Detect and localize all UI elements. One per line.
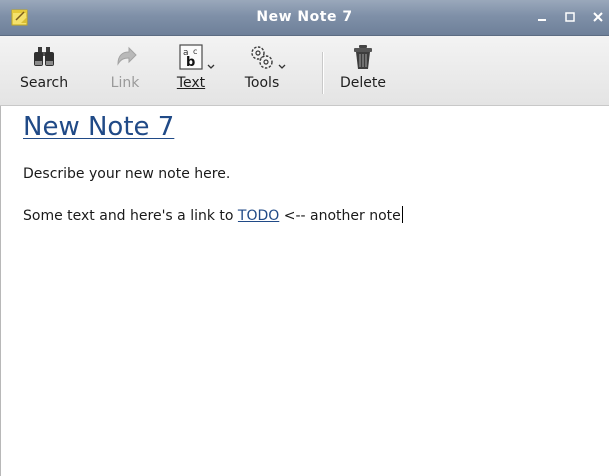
- paragraph-text-start: Some text and here's a link to: [23, 208, 238, 224]
- chevron-down-icon: [207, 64, 215, 69]
- link-button[interactable]: Link: [107, 42, 143, 100]
- text-menu-button[interactable]: a c b Text: [173, 42, 215, 100]
- link-label: Link: [110, 75, 140, 91]
- link-arrow-icon: [107, 42, 143, 72]
- minimize-icon[interactable]: [533, 8, 551, 26]
- toolbar-separator: [322, 52, 324, 94]
- svg-text:b: b: [186, 55, 195, 70]
- maximize-icon[interactable]: [561, 8, 579, 26]
- chevron-down-icon: [278, 64, 286, 69]
- todo-note-link[interactable]: TODO: [238, 208, 279, 224]
- title-bar[interactable]: New Note 7: [0, 0, 609, 36]
- text-format-icon: a c b: [173, 42, 215, 72]
- delete-button[interactable]: Delete: [340, 42, 386, 100]
- gears-icon: [244, 42, 286, 72]
- note-paragraph[interactable]: Some text and here's a link to TODO <-- …: [23, 206, 403, 224]
- note-editor[interactable]: New Note 7 Describe your new note here. …: [0, 106, 609, 476]
- close-icon[interactable]: [589, 8, 607, 26]
- note-title[interactable]: New Note 7: [23, 112, 174, 142]
- delete-label: Delete: [340, 75, 386, 91]
- text-cursor: [401, 206, 403, 223]
- search-label: Search: [20, 75, 69, 91]
- search-button[interactable]: Search: [20, 42, 68, 100]
- note-description[interactable]: Describe your new note here.: [23, 166, 230, 182]
- binoculars-icon: [26, 42, 62, 72]
- tools-label: Tools: [244, 75, 280, 91]
- text-label: Text: [176, 75, 206, 91]
- trash-can-icon: [345, 42, 381, 72]
- paragraph-text-end: <-- another note: [279, 208, 401, 224]
- toolbar: Search Link a c b Text Tools Delete: [0, 36, 609, 106]
- tools-menu-button[interactable]: Tools: [244, 42, 286, 100]
- window-title: New Note 7: [256, 9, 353, 25]
